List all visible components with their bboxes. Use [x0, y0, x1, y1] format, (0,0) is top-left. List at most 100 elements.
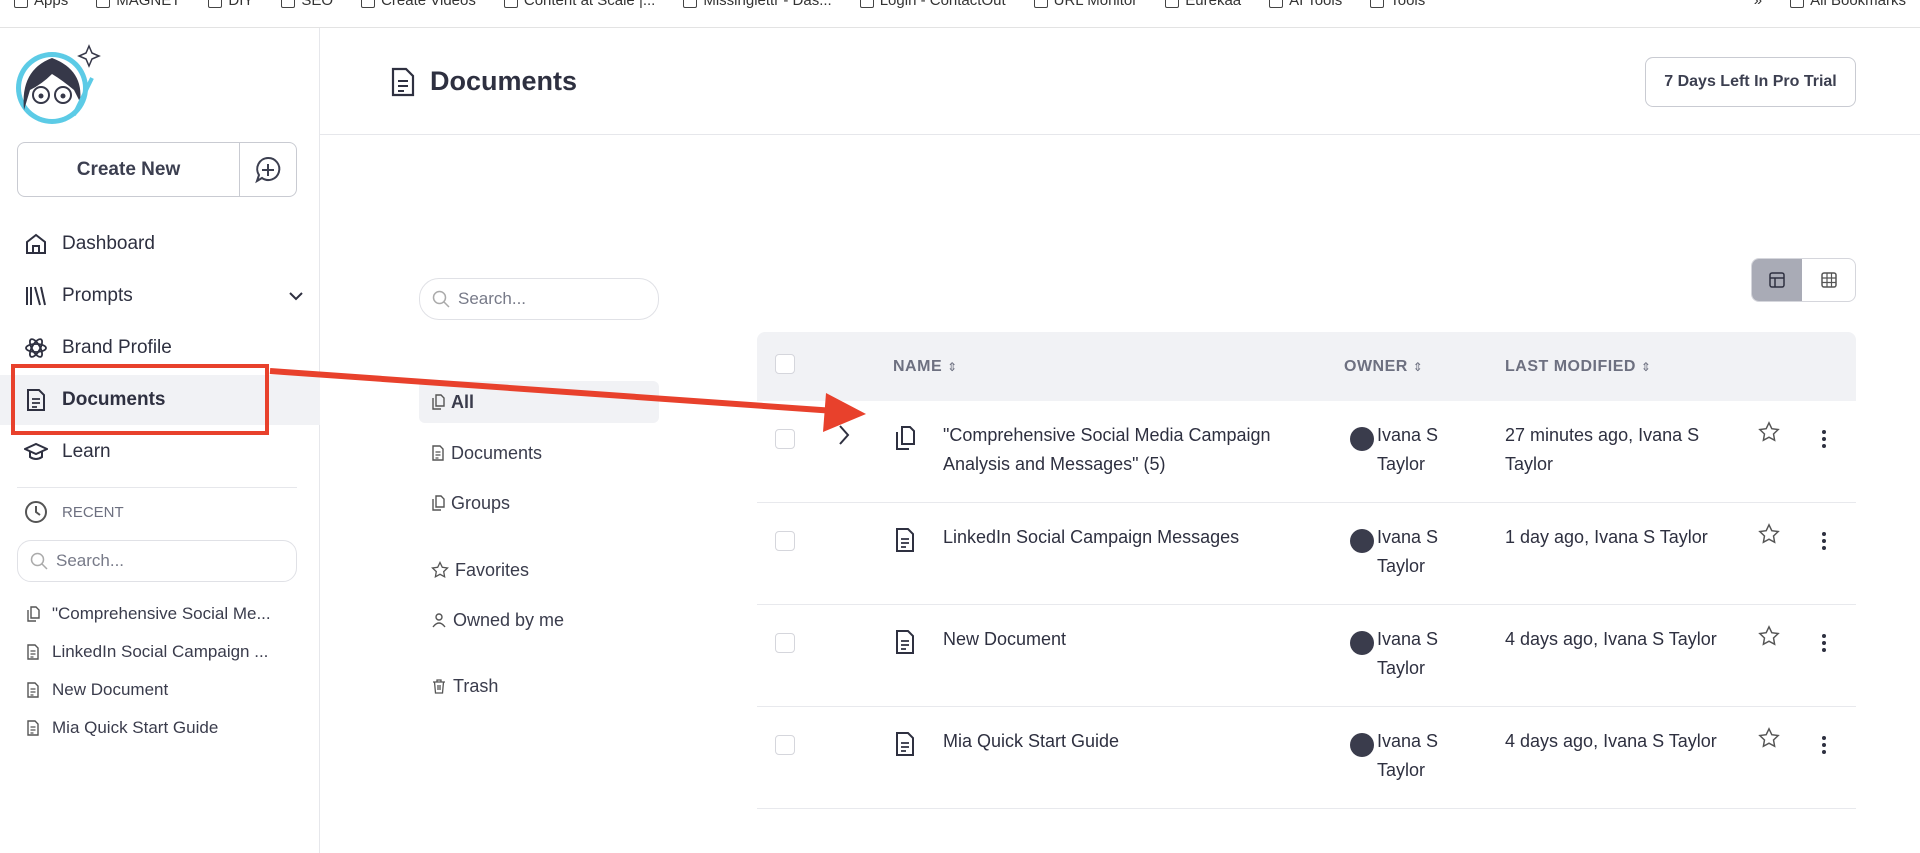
bookmark-item[interactable]: All Bookmarks — [1776, 0, 1920, 9]
bookmark-icon — [859, 0, 874, 8]
more-options-icon[interactable] — [1821, 429, 1827, 451]
filter-favorites[interactable]: Favorites — [419, 549, 659, 591]
column-last-modified[interactable]: LAST MODIFIED ⇕ — [1505, 352, 1651, 382]
recent-search-input[interactable]: Search... — [17, 540, 297, 582]
document-icon — [894, 527, 916, 553]
document-icon — [26, 682, 40, 698]
app-logo[interactable] — [12, 40, 102, 128]
row-checkbox[interactable] — [775, 633, 795, 653]
bookmark-item[interactable]: Tools — [1356, 0, 1439, 9]
graduation-cap-icon — [24, 440, 48, 464]
bookmark-label: Eurekaa — [1185, 0, 1242, 9]
documents-search-input[interactable]: Search... — [419, 278, 659, 320]
bookmark-item[interactable]: » — [1740, 0, 1776, 9]
bookmark-icon — [361, 0, 376, 8]
filter-trash[interactable]: Trash — [419, 665, 659, 707]
bookmark-item[interactable]: SEO — [267, 0, 347, 9]
document-name[interactable]: "Comprehensive Social Media Campaign Ana… — [943, 421, 1313, 479]
pro-trial-button[interactable]: 7 Days Left In Pro Trial — [1645, 57, 1856, 107]
recent-item-label: LinkedIn Social Campaign ... — [52, 642, 269, 661]
bookmark-item[interactable]: DIY — [194, 0, 267, 9]
bookmark-label: Login - ContactOut — [879, 0, 1006, 9]
header-divider — [320, 134, 1920, 135]
bookmark-icon — [281, 0, 296, 8]
filter-all[interactable]: All — [419, 381, 659, 423]
recent-header: RECENT — [24, 500, 124, 524]
table-header: NAME ⇕ OWNER ⇕ LAST MODIFIED ⇕ — [757, 332, 1856, 401]
document-icon — [26, 720, 40, 736]
bookmark-icon — [1033, 0, 1048, 8]
bookmark-icon — [503, 0, 518, 8]
bookmark-item[interactable]: Eurekaa — [1151, 0, 1255, 9]
filter-label: Groups — [451, 492, 511, 513]
owner-avatar — [1350, 427, 1374, 451]
bookmark-item[interactable]: Apps — [0, 0, 82, 9]
bookmark-item[interactable]: Missinglettr - Das... — [669, 0, 845, 9]
sidebar-item-prompts[interactable]: Prompts — [0, 271, 320, 321]
new-chat-button[interactable] — [240, 143, 296, 196]
favorite-star-icon[interactable] — [1758, 421, 1780, 443]
row-checkbox[interactable] — [775, 429, 795, 449]
divider — [17, 487, 297, 488]
document-name[interactable]: Mia Quick Start Guide — [943, 727, 1313, 756]
row-checkbox[interactable] — [775, 735, 795, 755]
table-row[interactable]: LinkedIn Social Campaign Messages Ivana … — [757, 503, 1856, 605]
filter-groups[interactable]: Groups — [419, 482, 659, 524]
bookmark-item[interactable]: URL Monitor — [1020, 0, 1152, 9]
bookmark-item[interactable]: Create Videos — [347, 0, 490, 9]
last-modified: 4 days ago, Ivana S Taylor — [1505, 629, 1717, 649]
document-name[interactable]: New Document — [943, 625, 1313, 654]
view-toggle — [1751, 258, 1856, 302]
select-all-checkbox[interactable] — [775, 354, 795, 374]
atom-icon — [24, 336, 48, 360]
recent-item[interactable]: "Comprehensive Social Me... — [26, 604, 271, 624]
group-icon — [431, 495, 445, 511]
favorite-star-icon[interactable] — [1758, 523, 1780, 545]
table-row[interactable]: New Document Ivana S Taylor 4 days ago, … — [757, 605, 1856, 707]
sidebar-item-label: Prompts — [62, 285, 133, 306]
clock-icon — [24, 500, 48, 524]
sidebar-item-label: Learn — [62, 441, 111, 462]
bookmark-label: AI Tools — [1289, 0, 1343, 9]
bookmark-item[interactable]: MAGNET — [82, 0, 194, 9]
recent-item[interactable]: Mia Quick Start Guide — [26, 718, 218, 738]
table-row[interactable]: Mia Quick Start Guide Ivana S Taylor 4 d… — [757, 707, 1856, 809]
favorite-star-icon[interactable] — [1758, 625, 1780, 647]
sort-icon: ⇕ — [1412, 360, 1424, 374]
grid-view-button[interactable] — [1802, 259, 1855, 301]
bookmark-label: Content at Scale |... — [523, 0, 656, 9]
expand-chevron-icon[interactable] — [837, 423, 851, 447]
sidebar-item-label: Brand Profile — [62, 337, 172, 358]
sidebar-item-label: Dashboard — [62, 233, 155, 254]
page-title: Documents — [390, 66, 577, 97]
more-options-icon[interactable] — [1821, 633, 1827, 655]
recent-item[interactable]: LinkedIn Social Campaign ... — [26, 642, 268, 662]
filter-documents[interactable]: Documents — [419, 432, 659, 474]
group-icon — [894, 425, 916, 451]
last-modified: 1 day ago, Ivana S Taylor — [1505, 527, 1708, 547]
table-row[interactable]: "Comprehensive Social Media Campaign Ana… — [757, 401, 1856, 503]
create-new-button[interactable]: Create New — [18, 143, 240, 196]
last-modified: 27 minutes ago, Ivana S Taylor — [1505, 425, 1700, 474]
bookmark-icon — [1790, 0, 1805, 8]
more-options-icon[interactable] — [1821, 531, 1827, 553]
more-options-icon[interactable] — [1821, 735, 1827, 757]
document-name[interactable]: LinkedIn Social Campaign Messages — [943, 523, 1313, 552]
row-checkbox[interactable] — [775, 531, 795, 551]
column-owner[interactable]: OWNER ⇕ — [1344, 352, 1423, 382]
list-view-button[interactable] — [1752, 259, 1802, 301]
filter-owned-by-me[interactable]: Owned by me — [419, 599, 659, 641]
bookmark-item[interactable]: Login - ContactOut — [846, 0, 1020, 9]
bookmark-item[interactable]: Content at Scale |... — [490, 0, 669, 9]
recent-item[interactable]: New Document — [26, 680, 168, 700]
home-icon — [24, 232, 48, 256]
sort-icon: ⇕ — [947, 360, 958, 374]
chevron-down-icon[interactable] — [288, 291, 304, 301]
favorite-star-icon[interactable] — [1758, 727, 1780, 749]
filter-label: Documents — [451, 442, 543, 463]
bookmark-item[interactable]: AI Tools — [1255, 0, 1356, 9]
bookmark-label: DIY — [228, 0, 254, 9]
sidebar-item-dashboard[interactable]: Dashboard — [0, 219, 320, 269]
column-name[interactable]: NAME ⇕ — [893, 352, 958, 382]
group-icon — [26, 606, 40, 622]
